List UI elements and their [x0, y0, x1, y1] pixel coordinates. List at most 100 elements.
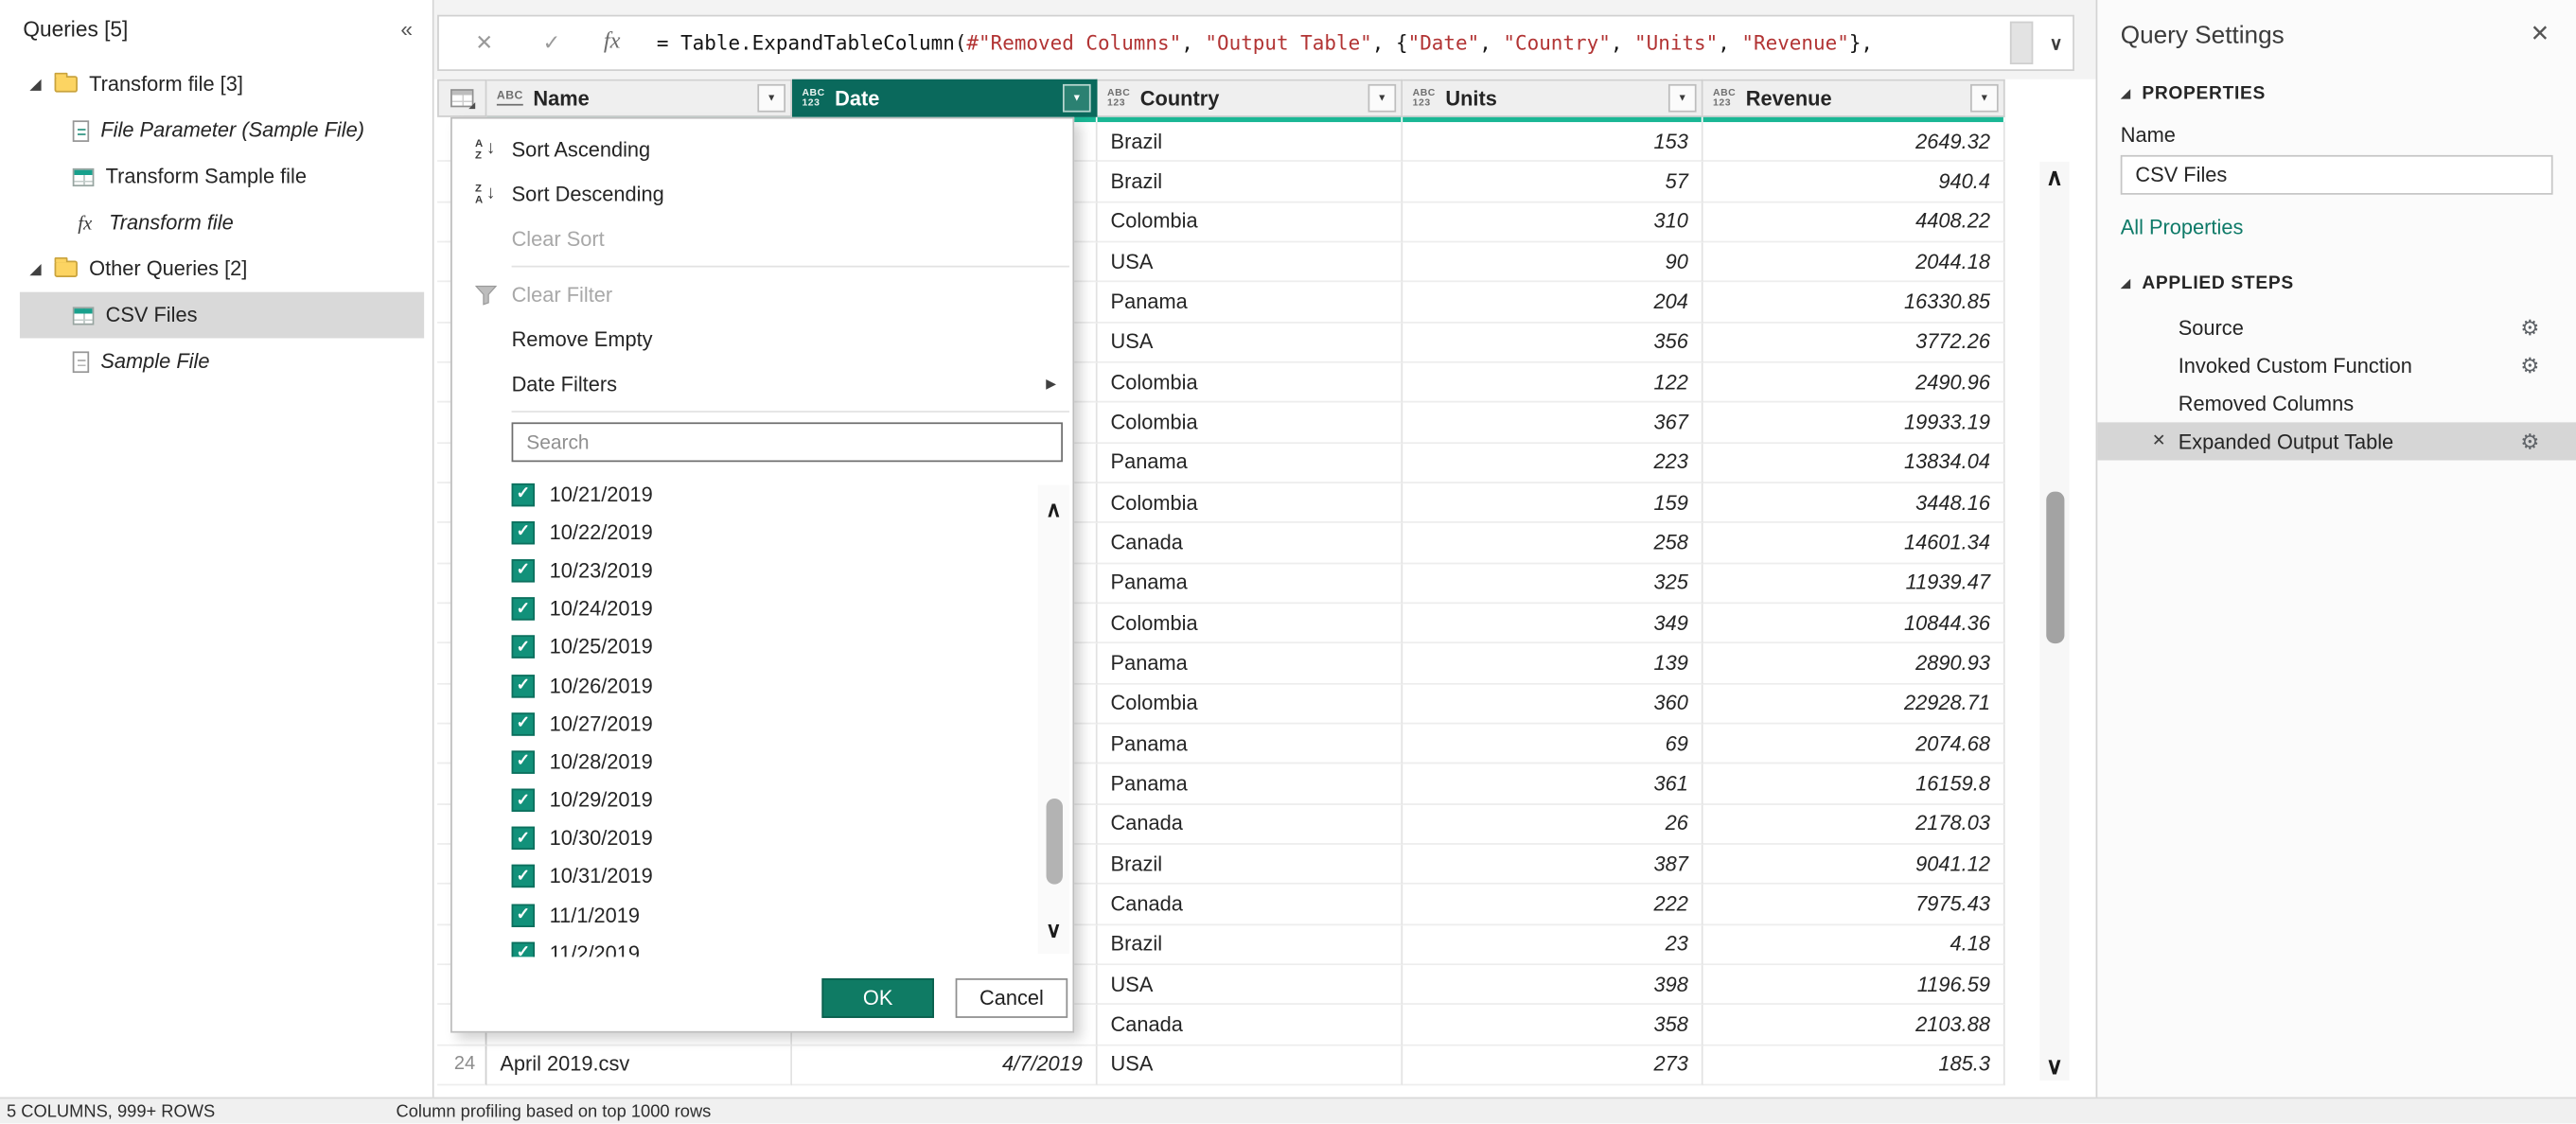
- applied-step-removed-columns[interactable]: Removed Columns: [2097, 384, 2576, 422]
- cell-units[interactable]: 356: [1403, 323, 1703, 362]
- checkbox-checked-icon[interactable]: ✓: [512, 483, 535, 505]
- cell-country[interactable]: Colombia: [1098, 363, 1403, 403]
- menu-item-remove-empty[interactable]: Remove Empty: [452, 317, 1073, 361]
- cell-country[interactable]: Colombia: [1098, 483, 1403, 523]
- column-header-name[interactable]: ABC Name ▼: [486, 79, 792, 117]
- filter-value-item[interactable]: ✓11/1/2019: [512, 896, 1073, 934]
- close-pane-icon[interactable]: ✕: [2531, 20, 2550, 48]
- cell-units[interactable]: 204: [1403, 283, 1703, 323]
- cell-country[interactable]: Colombia: [1098, 604, 1403, 643]
- all-properties-link[interactable]: All Properties: [2121, 216, 2244, 238]
- query-name-input[interactable]: [2121, 155, 2553, 195]
- checkbox-checked-icon[interactable]: ✓: [512, 636, 535, 659]
- cell-country[interactable]: Brazil: [1098, 924, 1403, 964]
- cell-revenue[interactable]: 185.3: [1703, 1045, 2005, 1085]
- tree-folder-other-queries[interactable]: Other Queries [2]: [20, 246, 424, 292]
- cell-revenue[interactable]: 16159.8: [1703, 764, 2005, 804]
- applied-step-expanded-output-table[interactable]: ✕ Expanded Output Table ⚙: [2097, 422, 2576, 460]
- cell-revenue[interactable]: 940.4: [1703, 162, 2005, 202]
- cell-country[interactable]: Colombia: [1098, 202, 1403, 242]
- grid-vertical-scrollbar[interactable]: ∧ ∨: [2039, 162, 2069, 1080]
- filter-list-scrollbar[interactable]: ∧ ∨: [1038, 485, 1069, 954]
- cell-country[interactable]: USA: [1098, 965, 1403, 1005]
- cell-units[interactable]: 273: [1403, 1045, 1703, 1085]
- tree-item-csv-files[interactable]: CSV Files: [20, 292, 424, 339]
- step-settings-gear-icon[interactable]: ⚙: [2520, 314, 2539, 341]
- cell-revenue[interactable]: 2074.68: [1703, 724, 2005, 764]
- filter-value-item[interactable]: ✓10/21/2019: [512, 475, 1073, 513]
- tree-item-transform-sample-file[interactable]: Transform Sample file: [20, 153, 424, 200]
- cell-country[interactable]: Colombia: [1098, 684, 1403, 724]
- checkbox-checked-icon[interactable]: ✓: [512, 712, 535, 735]
- cell-units[interactable]: 325: [1403, 564, 1703, 604]
- step-settings-gear-icon[interactable]: ⚙: [2520, 352, 2539, 378]
- menu-item-sort-ascending[interactable]: AZ ↓ Sort Ascending: [452, 127, 1073, 171]
- cell-units[interactable]: 69: [1403, 724, 1703, 764]
- collapse-pane-icon[interactable]: «: [400, 16, 413, 41]
- filter-value-item[interactable]: ✓10/22/2019: [512, 514, 1073, 552]
- cell-units[interactable]: 360: [1403, 684, 1703, 724]
- applied-step-invoked-custom-function[interactable]: Invoked Custom Function ⚙: [2097, 346, 2576, 384]
- checkbox-checked-icon[interactable]: ✓: [512, 559, 535, 582]
- delete-step-icon[interactable]: ✕: [2152, 432, 2166, 450]
- checkbox-checked-icon[interactable]: ✓: [512, 941, 535, 957]
- cell-units[interactable]: 153: [1403, 122, 1703, 162]
- filter-value-item[interactable]: ✓10/27/2019: [512, 705, 1073, 743]
- cell-units[interactable]: 349: [1403, 604, 1703, 643]
- cell-revenue[interactable]: 9041.12: [1703, 845, 2005, 885]
- cell-country[interactable]: Canada: [1098, 1005, 1403, 1045]
- cell-units[interactable]: 367: [1403, 403, 1703, 443]
- applied-steps-section-header[interactable]: APPLIED STEPS: [2097, 273, 2576, 293]
- select-all-corner[interactable]: [437, 79, 486, 117]
- filter-dropdown-icon[interactable]: ▼: [757, 84, 785, 113]
- cell-units[interactable]: 159: [1403, 483, 1703, 523]
- checkbox-checked-icon[interactable]: ✓: [512, 674, 535, 696]
- scroll-down-icon[interactable]: ∨: [1038, 919, 1069, 940]
- expand-formula-icon[interactable]: ∨: [2039, 32, 2073, 54]
- cell-revenue[interactable]: 22928.71: [1703, 684, 2005, 724]
- cell-revenue[interactable]: 4408.22: [1703, 202, 2005, 242]
- ok-button[interactable]: OK: [821, 978, 934, 1018]
- cell-country[interactable]: Panama: [1098, 724, 1403, 764]
- cell-units[interactable]: 258: [1403, 523, 1703, 563]
- applied-step-source[interactable]: Source ⚙: [2097, 308, 2576, 346]
- cell-country[interactable]: Canada: [1098, 804, 1403, 844]
- filter-value-item[interactable]: ✓10/23/2019: [512, 552, 1073, 589]
- cell-country[interactable]: USA: [1098, 323, 1403, 362]
- cell-country[interactable]: Panama: [1098, 644, 1403, 684]
- cell-revenue[interactable]: 4.18: [1703, 924, 2005, 964]
- filter-value-item[interactable]: ✓10/28/2019: [512, 743, 1073, 781]
- tree-item-sample-file[interactable]: Sample File: [20, 338, 424, 384]
- checkbox-checked-icon[interactable]: ✓: [512, 789, 535, 812]
- filter-value-item[interactable]: ✓10/30/2019: [512, 819, 1073, 857]
- cell-revenue[interactable]: 2103.88: [1703, 1005, 2005, 1045]
- search-input[interactable]: [512, 422, 1063, 462]
- cell-revenue[interactable]: 16330.85: [1703, 283, 2005, 323]
- cell-revenue[interactable]: 2490.96: [1703, 363, 2005, 403]
- commit-formula-icon[interactable]: ✓: [543, 29, 561, 56]
- cell-country[interactable]: Canada: [1098, 523, 1403, 563]
- cancel-button[interactable]: Cancel: [956, 978, 1068, 1018]
- cell-units[interactable]: 23: [1403, 924, 1703, 964]
- cell-country[interactable]: Panama: [1098, 443, 1403, 483]
- cell-country[interactable]: USA: [1098, 1045, 1403, 1085]
- cell-revenue[interactable]: 7975.43: [1703, 885, 2005, 924]
- cell-country[interactable]: Brazil: [1098, 122, 1403, 162]
- cell-country[interactable]: Colombia: [1098, 403, 1403, 443]
- formula-input[interactable]: = Table.ExpandTableColumn(#"Removed Colu…: [657, 31, 2010, 54]
- checkbox-checked-icon[interactable]: ✓: [512, 598, 535, 621]
- cell-revenue[interactable]: 11939.47: [1703, 564, 2005, 604]
- cell-revenue[interactable]: 3772.26: [1703, 323, 2005, 362]
- cell-revenue[interactable]: 14601.34: [1703, 523, 2005, 563]
- scroll-up-icon[interactable]: ∧: [2039, 165, 2069, 187]
- column-header-revenue[interactable]: ABC123 Revenue ▼: [1703, 79, 2005, 117]
- cell-units[interactable]: 387: [1403, 845, 1703, 885]
- scroll-up-icon[interactable]: ∧: [1038, 499, 1069, 520]
- cell-country[interactable]: USA: [1098, 242, 1403, 282]
- filter-dropdown-icon[interactable]: ▼: [1063, 84, 1091, 113]
- checkbox-checked-icon[interactable]: ✓: [512, 750, 535, 773]
- cancel-formula-icon[interactable]: ✕: [475, 29, 493, 56]
- column-header-units[interactable]: ABC123 Units ▼: [1403, 79, 1703, 117]
- cell-country[interactable]: Panama: [1098, 283, 1403, 323]
- cell-country[interactable]: Brazil: [1098, 845, 1403, 885]
